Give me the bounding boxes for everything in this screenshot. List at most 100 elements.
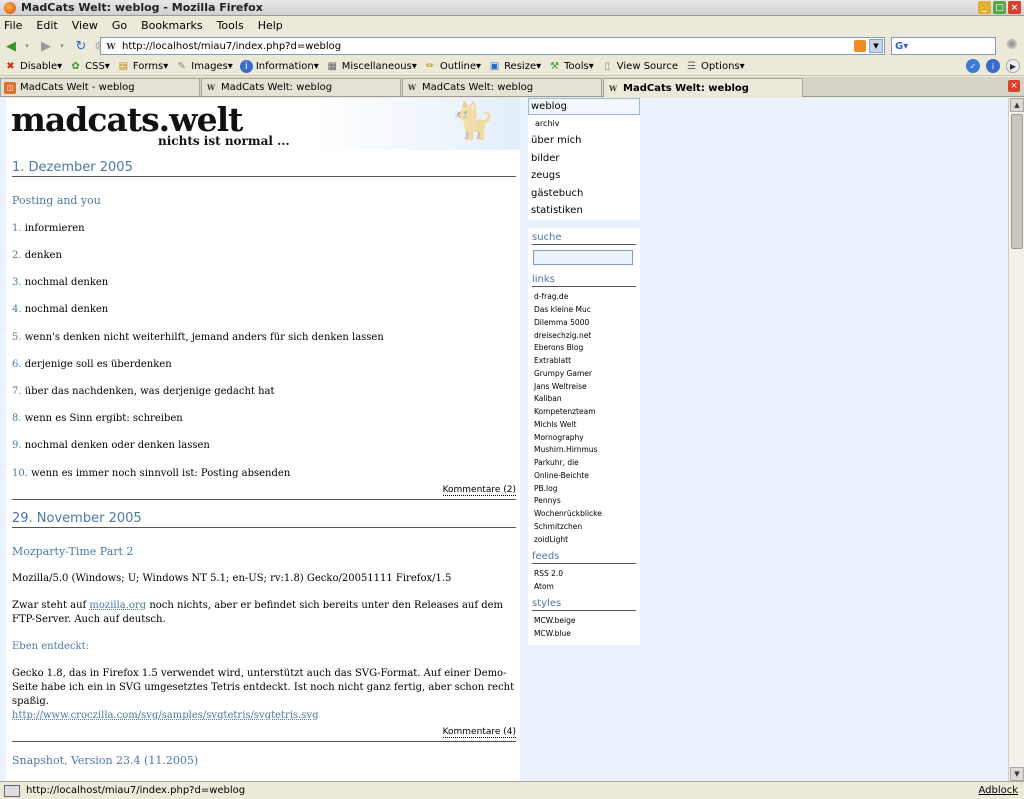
devbar-miscellaneous[interactable]: ▦ Miscellaneous▾: [326, 60, 416, 73]
validation-check-icon[interactable]: ✓: [966, 59, 980, 73]
list-item: 4. nochmal denken: [12, 304, 109, 315]
nav-gaestebuch[interactable]: gästebuch: [531, 188, 583, 199]
scroll-down-icon[interactable]: ▼: [1010, 767, 1024, 781]
menu-help[interactable]: Help: [258, 19, 283, 32]
resize-icon: ▣: [489, 61, 500, 72]
nav-weblog[interactable]: weblog: [531, 101, 567, 112]
blogroll-link[interactable]: Mornography: [534, 433, 584, 442]
nav-bilder[interactable]: bilder: [531, 153, 560, 164]
post-divider: [12, 499, 516, 500]
blogroll-link[interactable]: Das kleine Muc: [534, 305, 591, 314]
close-window-icon[interactable]: ×: [1008, 1, 1021, 14]
devbar-css[interactable]: ✿ CSS▾: [69, 60, 109, 73]
devbar-forms[interactable]: ▤ Forms▾: [117, 60, 169, 73]
google-search-icon[interactable]: G▾: [895, 41, 908, 52]
back-arrow-icon[interactable]: ◀: [3, 38, 19, 54]
vertical-scrollbar[interactable]: ▲ ▼: [1008, 98, 1024, 781]
svg-tetris-link[interactable]: http://www.croczilla.com/svg/samples/svg…: [12, 710, 319, 721]
menu-go[interactable]: Go: [112, 19, 127, 32]
devbar-tools[interactable]: ⚒ Tools▾: [548, 60, 594, 73]
forward-arrow-icon[interactable]: ▶: [38, 38, 54, 54]
tab-2[interactable]: W MadCats Welt: weblog: [201, 78, 401, 96]
blogroll-link[interactable]: Dilemma 5000: [534, 318, 589, 327]
devbar-options[interactable]: ☰ Options▾: [685, 60, 745, 73]
links-heading: links: [532, 274, 636, 287]
throbber-icon: ✺: [1006, 37, 1018, 53]
window-title: MadCats Welt: weblog - Mozilla Firefox: [21, 1, 263, 14]
firefox-icon: [4, 1, 16, 14]
scroll-thumb[interactable]: [1011, 114, 1023, 249]
feed-link-rss[interactable]: RSS 2.0: [534, 569, 563, 578]
blogroll-link[interactable]: Kaliban: [534, 394, 562, 403]
back-dropdown-icon[interactable]: ▾: [19, 38, 35, 54]
forward-dropdown-icon[interactable]: ▾: [54, 38, 70, 54]
devbar-images[interactable]: ✎ Images▾: [175, 60, 233, 73]
url-dropdown-icon[interactable]: ▼: [869, 39, 883, 53]
forms-icon: ▤: [118, 61, 129, 72]
blogroll-link[interactable]: dreisechzig.net: [534, 331, 591, 340]
blogroll-link[interactable]: zoidLight: [534, 535, 568, 544]
search-box[interactable]: G▾: [891, 37, 996, 55]
comments-link[interactable]: Kommentare (2): [442, 485, 516, 496]
blogroll-link[interactable]: Jans Weltreise: [534, 382, 587, 391]
post-title[interactable]: Snapshot, Version 23.4 (11.2005): [12, 754, 198, 767]
menu-file[interactable]: File: [4, 19, 22, 32]
nav-zeugs[interactable]: zeugs: [531, 170, 560, 181]
list-item: 2. denken: [12, 250, 62, 261]
post-title[interactable]: Posting and you: [12, 194, 101, 207]
blogroll-link[interactable]: Grumpy Gamer: [534, 369, 592, 378]
blogroll-link[interactable]: Eberons Blog: [534, 343, 583, 352]
adblock-button[interactable]: Adblock: [978, 785, 1018, 796]
mozilla-link[interactable]: mozilla.org: [89, 600, 146, 611]
style-link-beige[interactable]: MCW.beige: [534, 616, 575, 625]
info-circle-icon[interactable]: i: [986, 59, 1000, 73]
close-tab-icon[interactable]: ×: [1008, 80, 1020, 92]
sidebar-box: suche links d-frag.de Das kleine Muc Dil…: [528, 228, 640, 645]
rss-feed-icon[interactable]: [854, 40, 866, 52]
style-link-blue[interactable]: MCW.blue: [534, 629, 571, 638]
status-text: http://localhost/miau7/index.php?d=weblo…: [26, 785, 246, 796]
minimize-icon[interactable]: _: [978, 1, 991, 14]
devbar-outline[interactable]: ✏ Outline▾: [424, 60, 481, 73]
blogroll-link[interactable]: Michls Welt: [534, 420, 576, 429]
post-date: 29. November 2005: [12, 511, 516, 528]
menu-bookmarks[interactable]: Bookmarks: [141, 19, 202, 32]
url-text[interactable]: http://localhost/miau7/index.php?d=weblo…: [122, 41, 341, 52]
devbar-information[interactable]: i Information▾: [239, 60, 319, 73]
blogroll-link[interactable]: Pennys: [534, 496, 561, 505]
post-paragraph: http://www.croczilla.com/svg/samples/svg…: [12, 709, 516, 723]
tab-1[interactable]: ◫ MadCats Welt - weblog: [0, 78, 200, 96]
nav-ueber-mich[interactable]: über mich: [531, 135, 581, 146]
menu-tools[interactable]: Tools: [217, 19, 244, 32]
comments-link[interactable]: Kommentare (4): [442, 727, 516, 738]
maximize-icon[interactable]: □: [993, 1, 1006, 14]
nav-statistiken[interactable]: statistiken: [531, 205, 583, 216]
blogroll-link[interactable]: Parkuhr, die: [534, 458, 579, 467]
blogroll-link[interactable]: Schmitzchen: [534, 522, 582, 531]
site-nav: weblog archiv über mich bilder zeugs gäs…: [528, 98, 640, 220]
devbar-disable[interactable]: ✖ Disable▾: [4, 60, 62, 73]
devbar-view-source[interactable]: ▯ View Source: [601, 60, 679, 73]
reload-icon[interactable]: ↻: [73, 38, 89, 54]
blogroll-link[interactable]: Online-Beichte: [534, 471, 589, 480]
feed-link-atom[interactable]: Atom: [534, 582, 554, 591]
blogroll-link[interactable]: Mushirn.Hirnmus: [534, 445, 597, 454]
toolbar-overflow-icon[interactable]: ▶: [1006, 59, 1020, 73]
blogroll-link[interactable]: Kompetenzteam: [534, 407, 596, 416]
tab-3[interactable]: W MadCats Welt: weblog: [402, 78, 602, 96]
title-bar: MadCats Welt: weblog - Mozilla Firefox _…: [0, 0, 1024, 16]
blogroll-link[interactable]: d-frag.de: [534, 292, 568, 301]
menu-view[interactable]: View: [72, 19, 98, 32]
blogroll-link[interactable]: Wochenrückblicke: [534, 509, 602, 518]
blogroll-link[interactable]: PB.log: [534, 484, 558, 493]
url-bar[interactable]: W http://localhost/miau7/index.php?d=web…: [100, 37, 885, 55]
tab-4-active[interactable]: W MadCats Welt: weblog: [603, 78, 803, 97]
blogroll-link[interactable]: Extrablatt: [534, 356, 571, 365]
devbar-resize[interactable]: ▣ Resize▾: [488, 60, 541, 73]
scroll-up-icon[interactable]: ▲: [1010, 98, 1024, 112]
nav-archiv[interactable]: archiv: [535, 119, 559, 128]
menu-edit[interactable]: Edit: [36, 19, 57, 32]
site-search-input[interactable]: [533, 250, 633, 265]
post-title[interactable]: Mozparty-Time Part 2: [12, 545, 133, 558]
post-paragraph: Mozilla/5.0 (Windows; U; Windows NT 5.1;…: [12, 573, 452, 584]
